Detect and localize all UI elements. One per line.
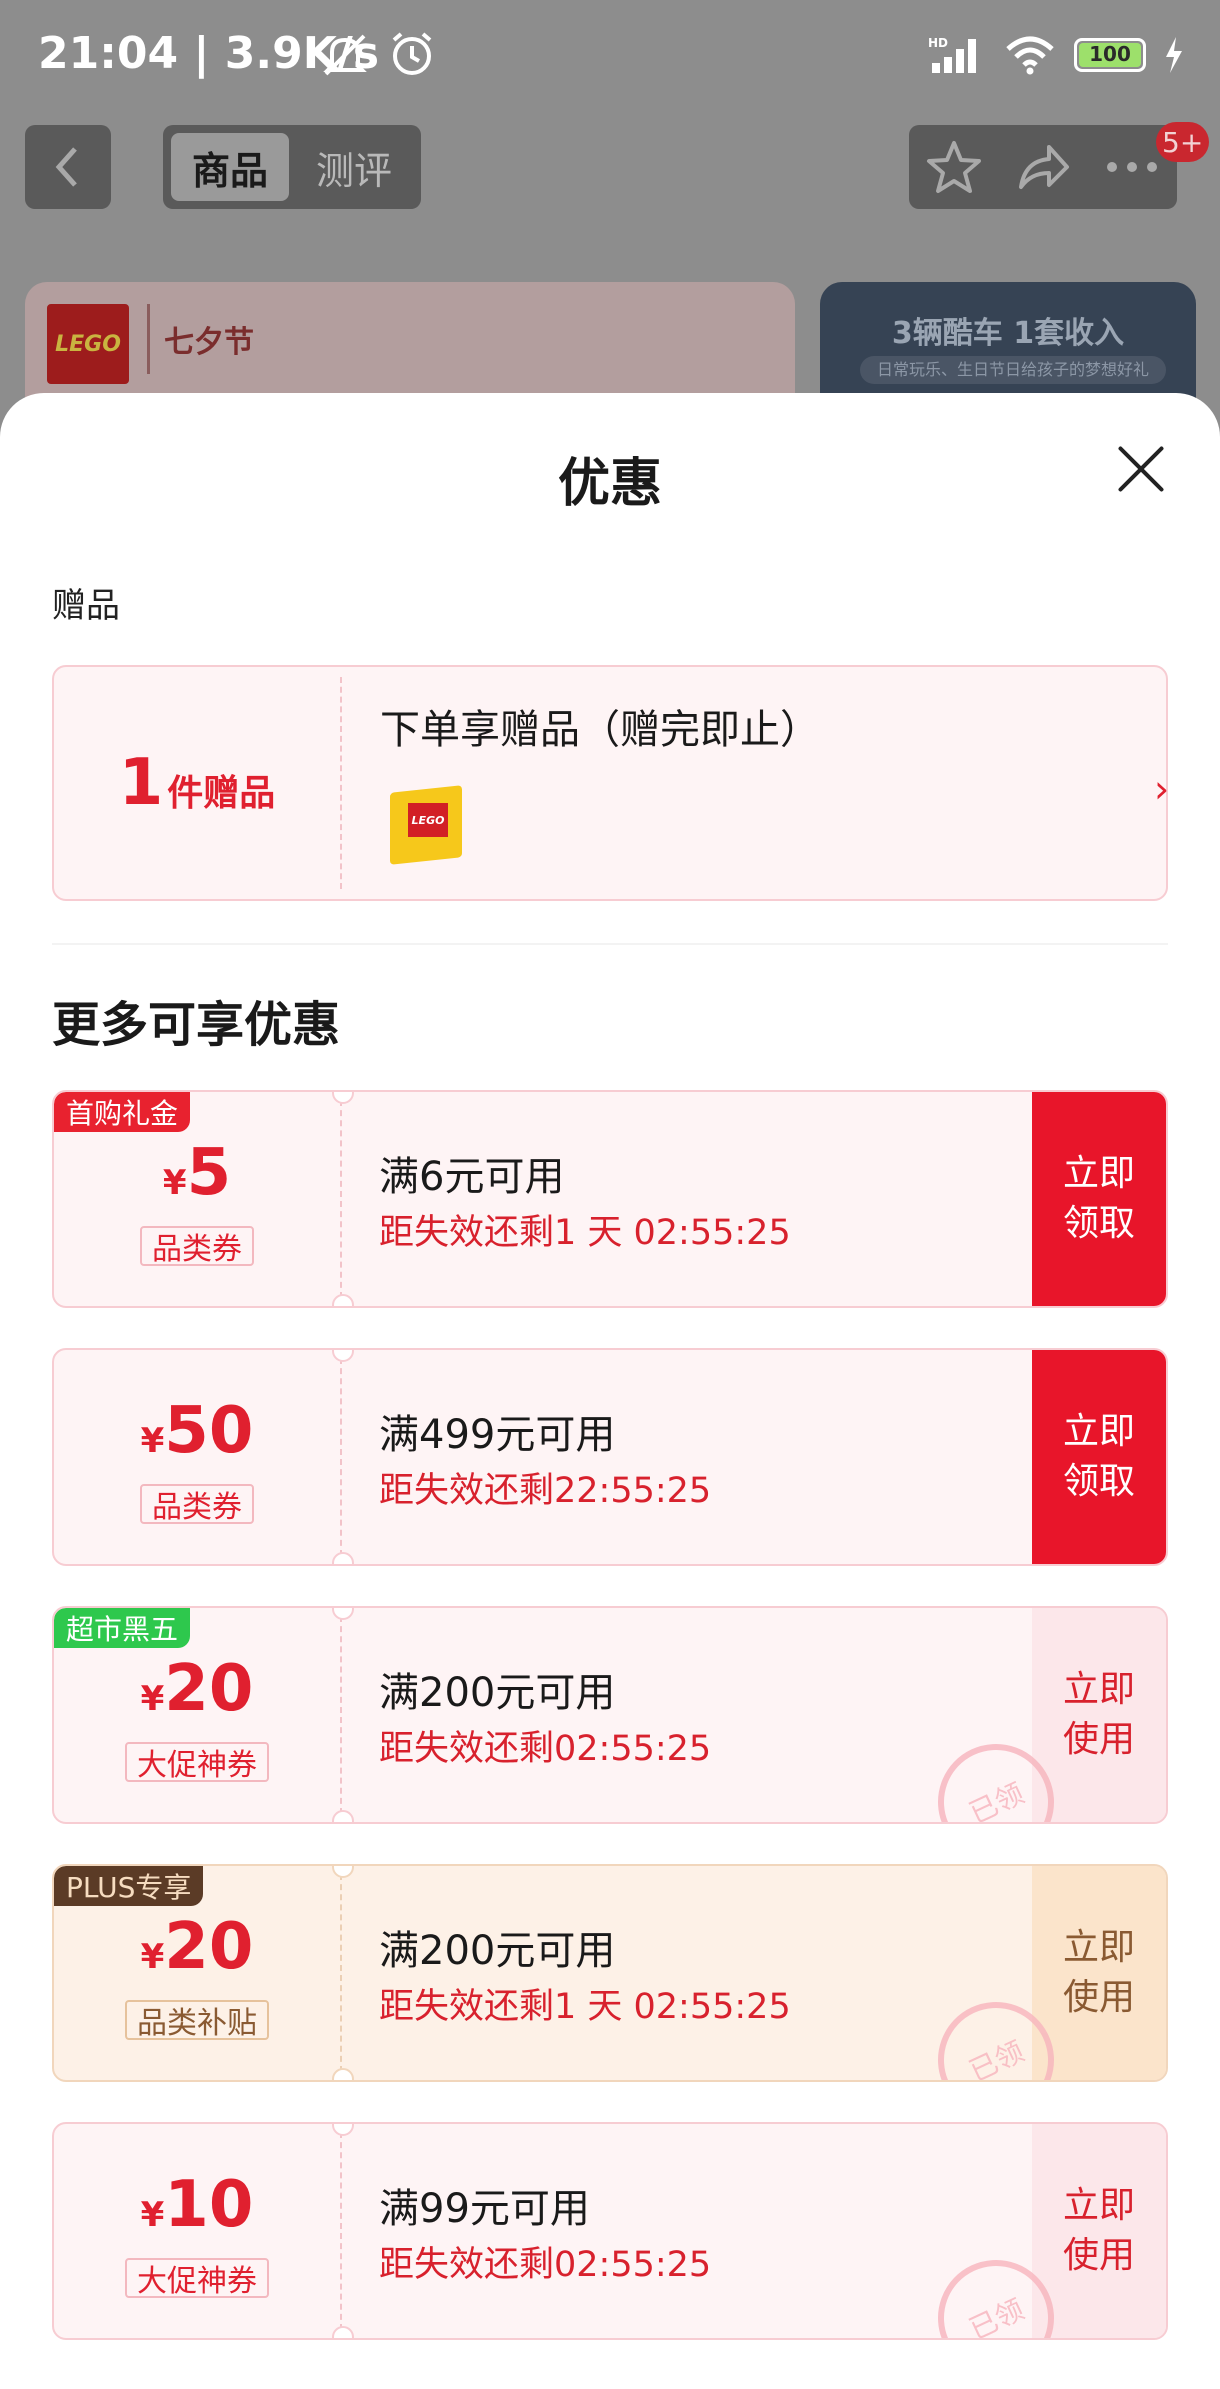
chevron-left-icon — [55, 147, 77, 187]
claim-button[interactable]: 立即 领取 — [1032, 1350, 1166, 1564]
coupon-type: 大促神券 — [125, 1742, 269, 1783]
coupon-type: 品类券 — [140, 1484, 254, 1525]
gift-divider — [340, 677, 342, 889]
more-offers-title: 更多可享优惠 — [52, 997, 341, 1053]
coupon-card: ¥10 大促神券 满99元可用 距失效还剩02:55:25 立即 使用 已领 — [52, 2122, 1168, 2340]
claim-button[interactable]: 立即 领取 — [1032, 1092, 1166, 1306]
signal-icon: HD — [928, 36, 976, 73]
bell-muted-icon — [323, 34, 367, 76]
coupon-type: 大促神券 — [125, 2258, 269, 2299]
tab-product[interactable]: 商品 — [171, 133, 289, 201]
gift-count-unit: 件赠品 — [167, 773, 276, 814]
network-label: HD — [928, 36, 948, 50]
coupon-card: 首购礼金 ¥5 品类券 满6元可用 距失效还剩1 天 02:55:25 立即 领取 — [52, 1090, 1168, 1308]
coupon-card: 超市黑五 ¥20 大促神券 满200元可用 距失效还剩02:55:25 立即 使用… — [52, 1606, 1168, 1824]
status-icons: HD 100 — [928, 30, 1184, 80]
share-icon[interactable] — [1015, 139, 1071, 195]
wifi-icon — [1006, 36, 1054, 75]
notification-badge: 5+ — [1156, 122, 1210, 162]
status-bar: 21:04 | 3.9K/s HD 100 — [0, 0, 1220, 110]
action-bar — [909, 125, 1177, 209]
back-button[interactable] — [25, 125, 111, 209]
gift-count: 1 件赠品 — [54, 667, 340, 899]
gift-section-label: 赠品 — [52, 586, 120, 626]
coupon-condition: 满99元可用 — [379, 2186, 590, 2232]
star-icon[interactable] — [926, 139, 982, 195]
banner-subtitle: 日常玩乐、生日节日给孩子的梦想好礼 — [860, 356, 1166, 384]
gift-title: 下单享赠品（赠完即止） — [380, 707, 820, 753]
discount-sheet: 优惠 赠品 1 件赠品 下单享赠品（赠完即止） LEGO › 更多可享优惠 首购… — [0, 393, 1220, 2389]
coupon-condition: 满6元可用 — [379, 1154, 565, 1200]
battery-icon: 100 — [1074, 38, 1146, 72]
coupon-condition: 满499元可用 — [379, 1412, 616, 1458]
top-nav: 商品 测评 5+ — [0, 122, 1220, 212]
coupon-condition: 满200元可用 — [379, 1670, 616, 1716]
tab-switcher: 商品 测评 — [163, 125, 421, 209]
gift-card[interactable]: 1 件赠品 下单享赠品（赠完即止） LEGO › — [52, 665, 1170, 901]
chevron-right-icon: › — [1154, 767, 1170, 811]
charging-icon — [1166, 37, 1182, 73]
sheet-title: 优惠 — [557, 454, 662, 514]
coupon-type: 品类补贴 — [125, 2000, 269, 2041]
coupon-expiry: 距失效还剩02:55:25 — [379, 1729, 712, 1769]
coupon-expiry: 距失效还剩22:55:25 — [379, 1471, 712, 1511]
coupon-expiry: 距失效还剩1 天 02:55:25 — [379, 1213, 791, 1253]
battery-level: 100 — [1089, 42, 1131, 66]
more-icon[interactable] — [1104, 157, 1160, 177]
gift-count-number: 1 — [118, 746, 164, 820]
coupon-expiry: 距失效还剩1 天 02:55:25 — [379, 1987, 791, 2027]
alarm-icon — [392, 32, 432, 75]
section-divider — [52, 943, 1168, 945]
gift-bag-image: LEGO — [384, 775, 470, 865]
banner-title: 3辆酷车 1套收入 — [891, 316, 1125, 351]
coupon-type: 品类券 — [140, 1226, 254, 1267]
coupon-condition: 满200元可用 — [379, 1928, 616, 1974]
coupon-card: ¥50 品类券 满499元可用 距失效还剩22:55:25 立即 领取 — [52, 1348, 1168, 1566]
screen: 21:04 | 3.9K/s HD 100 商品 测评 5+ LEGO 七夕节 … — [0, 0, 1220, 2389]
festival-label: 七夕节 — [147, 304, 254, 374]
coupon-expiry: 距失效还剩02:55:25 — [379, 2245, 712, 2285]
lego-logo: LEGO — [47, 304, 129, 384]
close-button[interactable] — [1112, 441, 1168, 497]
coupon-card: PLUS专享 ¥20 品类补贴 满200元可用 距失效还剩1 天 02:55:2… — [52, 1864, 1168, 2082]
tab-review[interactable]: 测评 — [295, 133, 413, 201]
